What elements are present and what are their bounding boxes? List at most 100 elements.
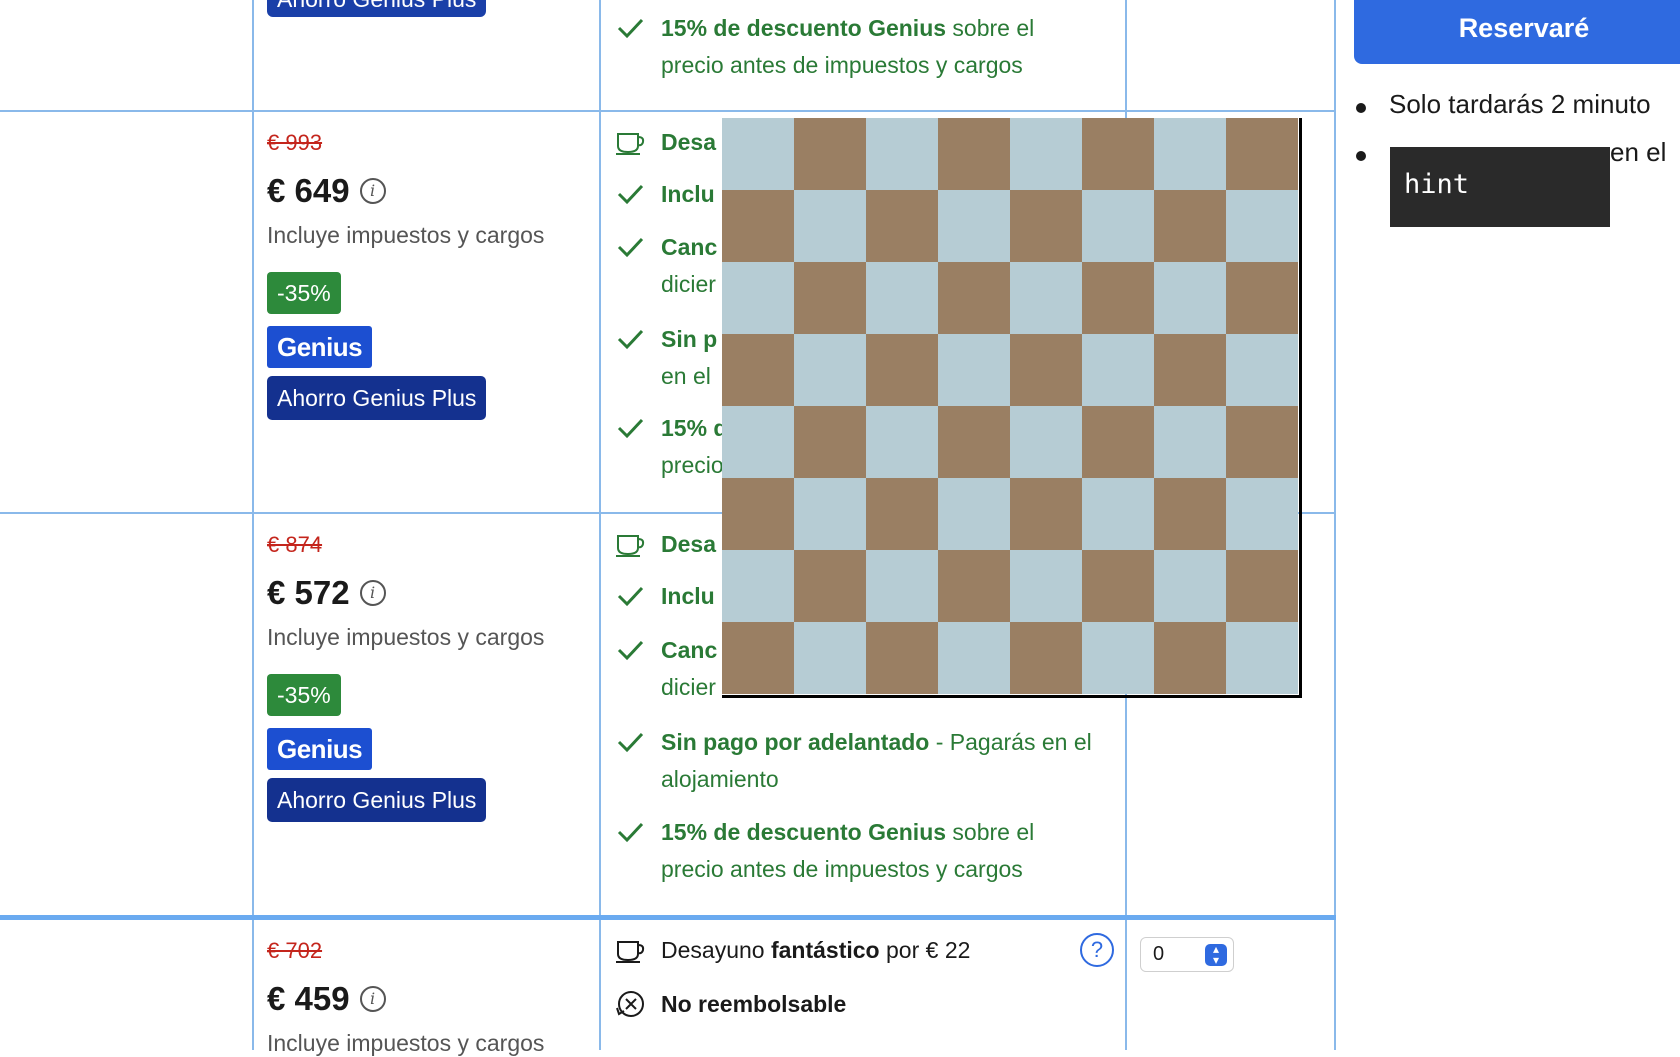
board-square[interactable] <box>938 406 1010 478</box>
board-square[interactable] <box>794 118 866 190</box>
board-square[interactable] <box>1082 262 1154 334</box>
board-square[interactable] <box>1226 406 1298 478</box>
room-quantity-select[interactable]: 0 ▴ ▾ <box>1140 937 1234 972</box>
check-icon <box>614 634 646 666</box>
board-square[interactable] <box>1154 334 1226 406</box>
board-square[interactable] <box>866 334 938 406</box>
board-square[interactable] <box>722 118 794 190</box>
board-square[interactable] <box>1082 622 1154 694</box>
board-square[interactable] <box>722 478 794 550</box>
board-square[interactable] <box>1010 622 1082 694</box>
board-square[interactable] <box>794 622 866 694</box>
no-refund-icon <box>614 988 646 1020</box>
payment-feature: Sin pago por adelantado - Pagarás en el … <box>617 724 1101 798</box>
board-square[interactable] <box>794 334 866 406</box>
board-square[interactable] <box>794 550 866 622</box>
board-square[interactable] <box>794 190 866 262</box>
board-square[interactable] <box>722 622 794 694</box>
board-square[interactable] <box>1010 334 1082 406</box>
board-square[interactable] <box>1154 262 1226 334</box>
original-price: € 874 <box>267 532 323 557</box>
board-square[interactable] <box>1154 190 1226 262</box>
board-square[interactable] <box>1082 118 1154 190</box>
board-square[interactable] <box>1010 190 1082 262</box>
breakfast-feature: Desayuno fantástico por € 22 <box>616 932 1081 969</box>
board-square[interactable] <box>722 550 794 622</box>
info-icon[interactable]: i <box>359 580 386 606</box>
row-group-divider <box>0 915 1336 920</box>
board-square[interactable] <box>938 334 1010 406</box>
board-square[interactable] <box>938 118 1010 190</box>
current-price: € 572 i <box>267 574 386 612</box>
board-square[interactable] <box>1010 406 1082 478</box>
board-square[interactable] <box>938 478 1010 550</box>
check-icon <box>614 726 646 758</box>
board-square[interactable] <box>1010 262 1082 334</box>
info-icon[interactable]: i <box>359 986 386 1012</box>
board-square[interactable] <box>938 622 1010 694</box>
board-square[interactable] <box>1010 550 1082 622</box>
column-divider <box>1334 0 1336 1050</box>
board-square[interactable] <box>866 262 938 334</box>
original-price: € 702 <box>267 938 323 963</box>
board-square[interactable] <box>1226 550 1298 622</box>
check-icon <box>614 323 646 355</box>
board-square[interactable] <box>1082 550 1154 622</box>
check-icon <box>614 412 646 444</box>
reserve-button[interactable]: Reservaré <box>1354 0 1680 64</box>
board-square[interactable] <box>722 334 794 406</box>
bullet-dot <box>1356 103 1366 113</box>
board-square[interactable] <box>1154 622 1226 694</box>
discount-badge: -35% <box>267 272 341 314</box>
board-square[interactable] <box>794 262 866 334</box>
board-square[interactable] <box>1082 190 1154 262</box>
board-square[interactable] <box>1082 478 1154 550</box>
board-square[interactable] <box>1226 478 1298 550</box>
tax-note: Incluye impuestos y cargos <box>267 222 545 248</box>
stepper-arrows-icon: ▴ ▾ <box>1205 943 1227 966</box>
board-square[interactable] <box>866 478 938 550</box>
genius-plus-badge: Ahorro Genius Plus <box>267 376 487 420</box>
board-square[interactable] <box>938 190 1010 262</box>
check-icon <box>614 816 646 848</box>
board-square[interactable] <box>866 190 938 262</box>
current-price: € 649 i <box>267 172 386 210</box>
board-square[interactable] <box>722 406 794 478</box>
board-square[interactable] <box>1226 622 1298 694</box>
board-square[interactable] <box>938 550 1010 622</box>
board-square[interactable] <box>866 622 938 694</box>
board-square[interactable] <box>1010 478 1082 550</box>
check-icon <box>614 178 646 210</box>
board-square[interactable] <box>866 550 938 622</box>
board-square[interactable] <box>866 406 938 478</box>
board-square[interactable] <box>794 406 866 478</box>
board-square[interactable] <box>722 190 794 262</box>
board-square[interactable] <box>1154 118 1226 190</box>
discount-badge: -35% <box>267 674 341 716</box>
board-square[interactable] <box>1082 406 1154 478</box>
coffee-cup-icon <box>614 126 646 158</box>
genius-badge: Genius <box>267 728 373 770</box>
board-square[interactable] <box>1226 118 1298 190</box>
board-square[interactable] <box>1154 478 1226 550</box>
board-square[interactable] <box>1154 550 1226 622</box>
original-price: € 993 <box>267 130 323 155</box>
tax-note: Incluye impuestos y cargos <box>267 1030 545 1056</box>
board-square[interactable] <box>1226 334 1298 406</box>
board-square[interactable] <box>1226 262 1298 334</box>
bullet-dot <box>1356 151 1366 161</box>
board-square[interactable] <box>938 262 1010 334</box>
genius-badge: Genius <box>267 326 373 368</box>
board-square[interactable] <box>722 262 794 334</box>
info-icon[interactable]: i <box>359 178 386 204</box>
current-price: € 459 i <box>267 980 386 1018</box>
refund-feature: No reembolsable <box>616 986 1101 1023</box>
board-square[interactable] <box>1154 406 1226 478</box>
board-square[interactable] <box>1010 118 1082 190</box>
board-square[interactable] <box>1082 334 1154 406</box>
board-square[interactable] <box>1226 190 1298 262</box>
help-icon[interactable]: ? <box>1080 933 1114 967</box>
check-icon <box>614 12 646 44</box>
board-square[interactable] <box>866 118 938 190</box>
board-square[interactable] <box>794 478 866 550</box>
